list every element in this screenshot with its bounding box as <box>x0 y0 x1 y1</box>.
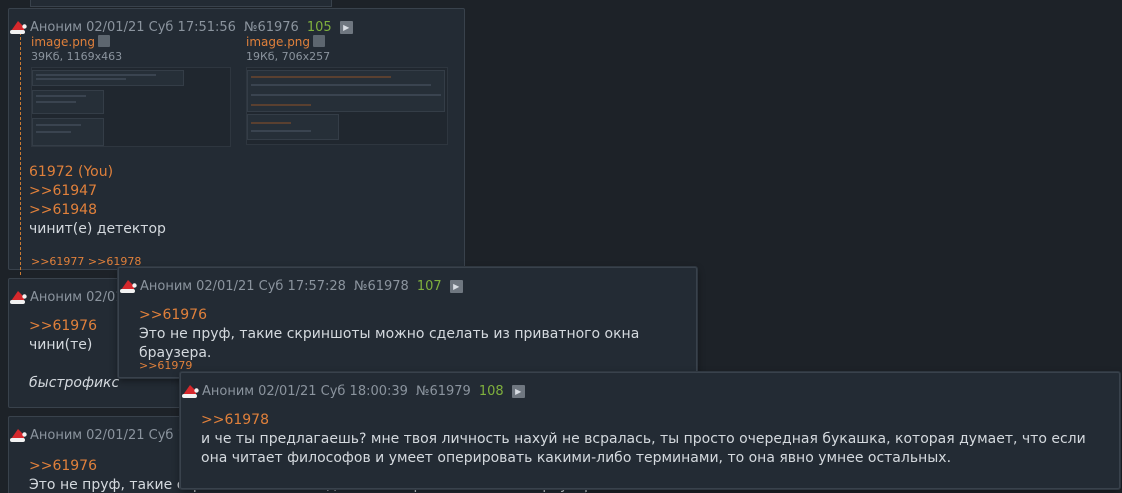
reply-link[interactable]: >>61976 <box>139 306 696 325</box>
post-header: Аноним 02/01/21 Суб 17:5 <box>9 425 207 445</box>
post-author[interactable]: Аноним <box>30 428 82 443</box>
thread-view: Аноним 02/01/21 Суб 17:51:56 №61976 105 … <box>0 0 1122 493</box>
post-menu-button[interactable]: ▶ <box>511 384 525 398</box>
post-number[interactable]: №61976 <box>244 20 299 35</box>
file-thumbnail-2[interactable] <box>246 67 448 145</box>
santa-hat-icon <box>10 429 27 442</box>
post-body: >>61976 чини(те) быстрофикс <box>29 317 119 393</box>
post-message: чинит(е) детектор <box>29 221 166 237</box>
file-thumbnail-1[interactable] <box>31 67 231 147</box>
backlinks[interactable]: >>61979 <box>139 359 192 372</box>
santa-hat-icon <box>10 21 27 34</box>
file-meta: 19Кб, 706x257 <box>246 50 331 63</box>
post-message-italic: быстрофикс <box>29 375 120 391</box>
post-author[interactable]: Аноним <box>30 290 82 305</box>
santa-hat-icon <box>10 291 27 304</box>
post-count: 108 <box>478 383 504 399</box>
post-author[interactable]: Аноним <box>30 20 82 35</box>
post-message: и че ты предлагаешь? мне твоя личность н… <box>201 431 1086 466</box>
post-menu-button[interactable]: ▶ <box>339 20 353 34</box>
file-name-link[interactable]: image.png <box>246 35 310 49</box>
post-body: >>61976 Это не пруф, такие скриншоты мож… <box>139 306 696 363</box>
post-date: 02/01/21 Суб 18:00:39 <box>258 383 408 399</box>
post-date: 02/01/21 Суб 17:57:28 <box>196 278 346 294</box>
post-61979-popup: Аноним 02/01/21 Суб 18:00:39 №61979 108 … <box>180 372 1120 489</box>
reply-link[interactable]: >>61947 <box>29 182 166 201</box>
highlight-marker <box>20 27 22 275</box>
post-body: >>61978 и че ты предлагаешь? мне твоя ли… <box>201 411 1091 468</box>
post-date: 02/01/21 Суб 17:51:56 <box>86 19 236 35</box>
post-61976: Аноним 02/01/21 Суб 17:51:56 №61976 105 … <box>8 8 465 275</box>
reply-link-you[interactable]: 61972 (You) <box>29 163 166 182</box>
post-header: Аноним 02/01/21 Суб 17:57:28 №61978 107 … <box>119 276 463 296</box>
post-message: Это не пруф, такие скриншоты можно сдела… <box>139 326 640 361</box>
file-meta: 39Кб, 1169x463 <box>31 50 123 63</box>
post-count: 107 <box>416 278 442 294</box>
santa-hat-icon <box>120 280 137 293</box>
post-author[interactable]: Аноним <box>202 384 254 399</box>
post-number[interactable]: №61978 <box>354 279 409 294</box>
post-author[interactable]: Аноним <box>140 279 192 294</box>
post-header: Аноним 02/01/21 Суб 17:51:56 №61976 105 … <box>9 17 353 37</box>
post-61978-popup: Аноним 02/01/21 Суб 17:57:28 №61978 107 … <box>118 267 697 378</box>
search-icon[interactable] <box>313 35 326 47</box>
post-body: 61972 (You) >>61947 >>61948 чинит(е) дет… <box>29 163 166 239</box>
reply-link[interactable]: >>61976 <box>29 317 119 336</box>
reply-link[interactable]: >>61978 <box>201 411 1091 430</box>
post-count: 105 <box>306 19 332 35</box>
previous-post-edge <box>30 0 332 7</box>
file-name-link[interactable]: image.png <box>31 35 95 49</box>
santa-hat-icon <box>182 385 199 398</box>
reply-link[interactable]: >>61948 <box>29 201 166 220</box>
search-icon[interactable] <box>98 35 111 47</box>
post-message: чини(те) <box>29 337 93 353</box>
post-header: Аноним 02/01/21 Суб 18:00:39 №61979 108 … <box>181 381 525 401</box>
file-2: image.png 19Кб, 706x257 <box>246 35 330 64</box>
post-menu-button[interactable]: ▶ <box>449 279 463 293</box>
file-1: image.png 39Кб, 1169x463 <box>31 35 122 64</box>
post-number[interactable]: №61979 <box>416 384 471 399</box>
